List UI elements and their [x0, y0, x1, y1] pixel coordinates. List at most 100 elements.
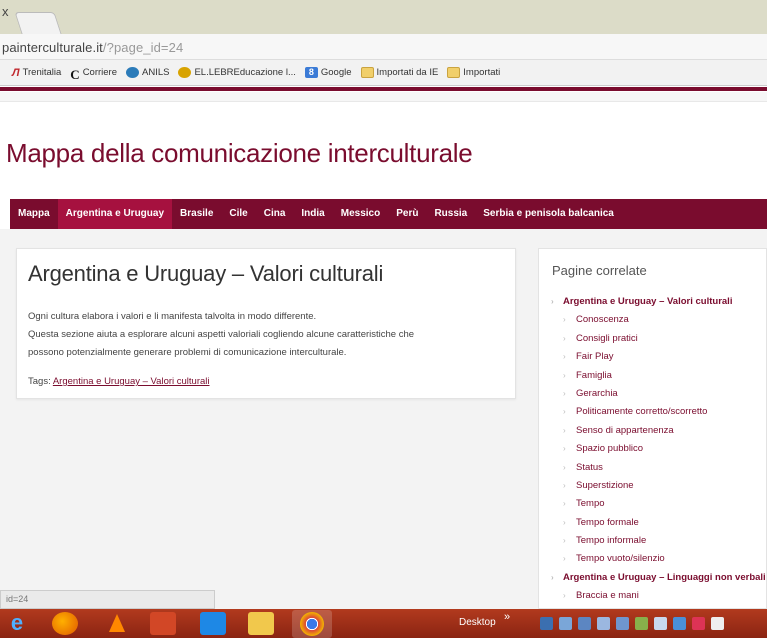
bookmark-item[interactable]: Importati [447, 67, 500, 78]
volume-icon[interactable] [711, 617, 724, 630]
firefox-icon[interactable] [52, 612, 78, 635]
tray-icon[interactable] [616, 617, 629, 630]
related-page-link[interactable]: › Tempo [551, 495, 766, 513]
tray-icon[interactable] [692, 617, 705, 630]
folder-icon [360, 67, 374, 78]
file-explorer-icon[interactable] [248, 612, 274, 635]
nav-item[interactable]: Cina [256, 199, 294, 229]
url-text[interactable]: painterculturale.it/?page_id=24 [2, 40, 183, 55]
bookmark-label: Importati [463, 67, 501, 78]
related-page-link[interactable]: › Status [551, 459, 766, 477]
bookmark-label: ANILS [142, 67, 170, 78]
bookmark-item[interactable]: Importati da IE [360, 67, 439, 78]
bullet-icon: › [563, 591, 566, 601]
related-page-label: Tempo informale [576, 535, 647, 547]
desktop-toolbar-label[interactable]: Desktop [459, 617, 496, 628]
article-tags: Tags: Argentina e Uruguay – Valori cultu… [28, 376, 210, 387]
related-page-label: Tempo [576, 498, 605, 510]
related-page-label: Fair Play [576, 351, 614, 363]
related-page-link[interactable]: › Superstizione [551, 477, 766, 495]
keyboard-icon[interactable] [540, 617, 553, 630]
nav-item[interactable]: Perù [388, 199, 426, 229]
media-player-icon[interactable] [200, 612, 226, 635]
related-page-link[interactable]: › Conoscenza [551, 311, 766, 329]
bookmark-item[interactable]: C Corriere [70, 67, 117, 82]
bookmark-item[interactable]: EL.LEBREducazione l... [178, 67, 296, 78]
address-bar[interactable]: painterculturale.it/?page_id=24 [0, 34, 767, 60]
bullet-icon: › [563, 517, 566, 527]
related-page-link[interactable]: › Tempo formale [551, 514, 766, 532]
nav-item[interactable]: India [293, 199, 332, 229]
italo-icon: Л [12, 67, 20, 79]
bullet-icon: › [563, 407, 566, 417]
nav-item[interactable]: Mappa [10, 199, 58, 229]
bookmark-label: Google [320, 67, 352, 78]
tray-icon[interactable] [673, 617, 686, 630]
related-page-link[interactable]: › Argentina e Uruguay – Linguaggi non ver… [551, 569, 766, 587]
related-page-label: Status [576, 461, 603, 473]
bullet-icon: › [551, 297, 554, 306]
tray-icon[interactable] [578, 617, 591, 630]
chrome-icon[interactable] [300, 612, 324, 636]
related-page-label: Politicamente corretto/scorretto [576, 406, 708, 418]
related-page-label: Senso di appartenenza [576, 424, 674, 436]
related-page-link[interactable]: › Tempo vuoto/silenzio [551, 550, 766, 568]
nav-item[interactable]: Serbia e penisola balcanica [475, 199, 622, 229]
related-page-label: Gerarchia [576, 387, 618, 399]
bookmark-item[interactable]: 8 Google [304, 67, 352, 78]
powerpoint-icon[interactable] [150, 612, 176, 635]
bullet-icon: › [551, 572, 554, 582]
related-page-link[interactable]: › Famiglia [551, 367, 766, 385]
tag-link[interactable]: Argentina e Uruguay – Valori culturali [53, 376, 210, 387]
site-title[interactable]: Mappa della comunicazione interculturale [6, 138, 473, 169]
bookmark-label: Trenitalia [22, 67, 62, 78]
related-page-link[interactable]: › Senso di appartenenza [551, 422, 766, 440]
nav-item[interactable]: Argentina e Uruguay [57, 199, 173, 229]
windows-taskbar: e Desktop » [0, 609, 767, 638]
chevron-right-icon[interactable]: » [504, 611, 510, 623]
tray-icon[interactable] [559, 617, 572, 630]
article-paragraph: Questa sezione aiuta a esplorare alcuni … [28, 329, 415, 340]
bookmark-label: Corriere [82, 67, 117, 78]
folder-icon [447, 67, 461, 78]
internet-explorer-icon[interactable]: e [4, 612, 30, 635]
tray-icon[interactable] [597, 617, 610, 630]
vlc-icon[interactable] [104, 612, 130, 635]
related-page-link[interactable]: › Fair Play [551, 348, 766, 366]
article-paragraph: possono potenzialmente generare problemi… [28, 347, 347, 358]
nav-item[interactable]: Brasile [172, 199, 221, 229]
bullet-icon: › [563, 352, 566, 362]
site-header-strip [0, 92, 767, 102]
related-page-link[interactable]: › Politicamente corretto/scorretto [551, 403, 766, 421]
new-tab-button[interactable] [14, 12, 62, 34]
tray-icon[interactable] [654, 617, 667, 630]
ellebre-icon [178, 67, 192, 78]
related-pages-sidebar: Pagine correlate › Argentina e Uruguay – … [538, 248, 767, 609]
related-page-link[interactable]: › Tempo informale [551, 532, 766, 550]
browser-status-bar: id=24 [0, 590, 215, 609]
related-page-link[interactable]: › Gerarchia [551, 385, 766, 403]
related-page-label: Tempo formale [576, 516, 639, 528]
nav-item[interactable]: Russia [426, 199, 475, 229]
bullet-icon: › [563, 499, 566, 509]
bookmark-item[interactable]: Л Trenitalia [12, 67, 62, 79]
related-page-label: Conoscenza [576, 314, 629, 326]
system-tray [540, 617, 724, 630]
related-page-label: Braccia e mani [576, 590, 639, 602]
nav-item[interactable]: Messico [333, 199, 388, 229]
bullet-icon: › [563, 425, 566, 435]
nav-item[interactable]: Cile [221, 199, 255, 229]
related-page-label: Tempo vuoto/silenzio [576, 553, 665, 565]
tray-icon[interactable] [635, 617, 648, 630]
bookmark-label: Importati da IE [376, 67, 439, 78]
related-page-link[interactable]: › Braccia e mani [551, 587, 766, 605]
bullet-icon: › [563, 536, 566, 546]
close-tab-icon[interactable]: x [2, 4, 9, 19]
google-icon: 8 [304, 67, 318, 78]
bullet-icon: › [563, 462, 566, 472]
related-page-link[interactable]: › Argentina e Uruguay – Valori culturali [551, 293, 766, 311]
bookmarks-bar: Л Trenitalia C Corriere ANILS EL.LEBREducazio… [0, 60, 767, 86]
related-page-link[interactable]: › Consigli pratici [551, 330, 766, 348]
bookmark-item[interactable]: ANILS [126, 67, 169, 78]
related-page-link[interactable]: › Spazio pubblico [551, 440, 766, 458]
